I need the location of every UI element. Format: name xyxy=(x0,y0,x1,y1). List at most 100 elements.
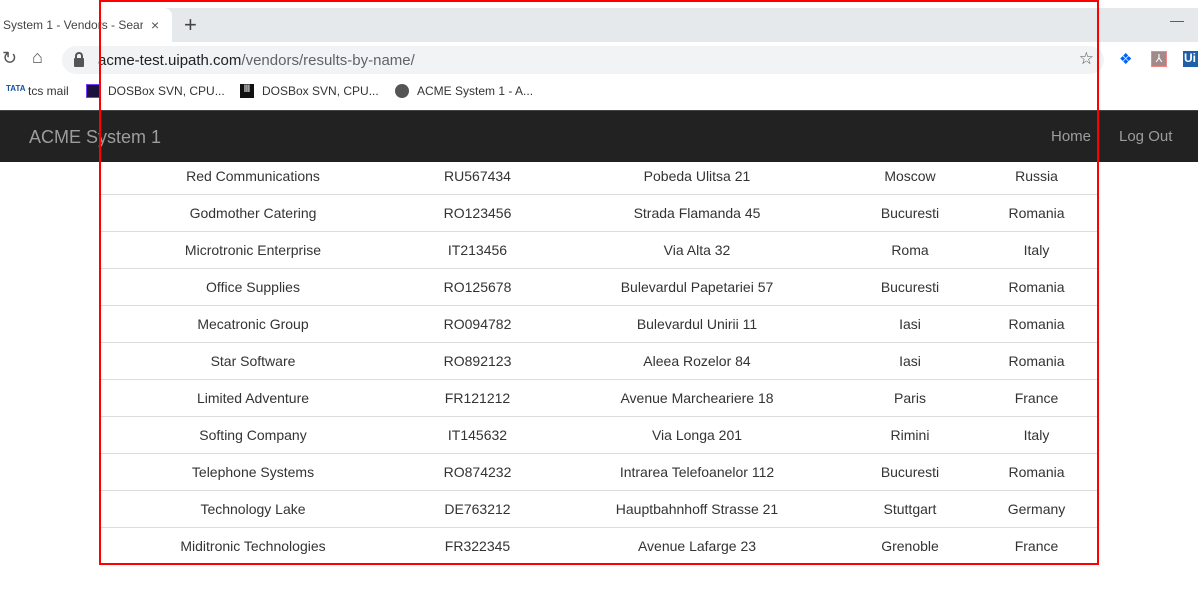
city-cell: Roma xyxy=(845,230,975,268)
country-cell: France xyxy=(975,526,1098,564)
table-row: Mecatronic Group RO094782 Bulevardul Uniri… xyxy=(100,304,1098,342)
table-row: Microtronic Enterprise IT213456 Via Alta 3… xyxy=(100,230,1098,268)
city-cell: Bucuresti xyxy=(845,193,975,231)
country-cell: Romania xyxy=(975,267,1098,305)
country-cell: Italy xyxy=(975,230,1098,268)
address-bar[interactable]: acme-test.uipath.com/vendors/results-by-… xyxy=(62,46,1104,74)
table-row: Limited Adventure FR121212 Avenue Marchear… xyxy=(100,378,1098,416)
reload-icon[interactable]: ↻ xyxy=(2,48,17,69)
bookmark-label: DOSBox SVN, CPU... xyxy=(262,84,379,98)
tata-icon: TATA xyxy=(6,84,26,98)
minimize-button[interactable]: — xyxy=(1170,12,1184,28)
city-cell: Paris xyxy=(845,378,975,416)
tax-id-cell: FR121212 xyxy=(406,378,549,416)
home-icon[interactable]: ⌂ xyxy=(32,47,43,68)
pdf-icon[interactable]: ⅄ xyxy=(1151,51,1167,67)
country-cell: Romania xyxy=(975,452,1098,490)
country-cell: Romania xyxy=(975,193,1098,231)
tab-title: System 1 - Vendors - Search xyxy=(3,18,143,32)
tab-strip: System 1 - Vendors - Search × + — xyxy=(0,0,1198,42)
tax-id-cell: RO125678 xyxy=(406,267,549,305)
address-cell: Avenue Marcheariere 18 xyxy=(549,378,845,416)
browser-toolbar: ↻ ⌂ acme-test.uipath.com/vendors/results… xyxy=(0,42,1198,78)
country-cell: France xyxy=(975,378,1098,416)
dosbox-icon xyxy=(86,84,100,98)
close-tab-icon[interactable]: × xyxy=(151,17,159,33)
country-cell: Germany xyxy=(975,489,1098,527)
home-link[interactable]: Home xyxy=(1051,128,1091,145)
new-tab-button[interactable]: + xyxy=(184,12,197,38)
table-row: Softing Company IT145632 Via Longa 201 Rimi… xyxy=(100,415,1098,453)
vendors-table: Red Communications RU567434 Pobeda Ulitsa … xyxy=(100,162,1098,564)
tax-id-cell: RO123456 xyxy=(406,193,549,231)
address-cell: Via Longa 201 xyxy=(549,415,845,453)
address-cell: Pobeda Ulitsa 21 xyxy=(643,168,751,184)
address-cell: Aleea Rozelor 84 xyxy=(549,341,845,379)
country-cell: Romania xyxy=(975,341,1098,379)
tax-id-cell: RO094782 xyxy=(406,304,549,342)
table-row: Office Supplies RO125678 Bulevardul Papeta… xyxy=(100,267,1098,305)
address-cell: Strada Flamanda 45 xyxy=(549,193,845,231)
app-navbar: ACME System 1 Home Log Out xyxy=(0,110,1198,162)
tax-id-cell: RU567434 xyxy=(444,168,511,184)
tax-id-cell: IT213456 xyxy=(406,230,549,268)
url-text[interactable]: acme-test.uipath.com/vendors/results-by-… xyxy=(98,52,415,69)
tax-id-cell: IT145632 xyxy=(406,415,549,453)
city-cell: Iasi xyxy=(845,304,975,342)
building-icon: Ⅲ xyxy=(240,84,254,98)
tab-bar-background xyxy=(150,8,1198,42)
address-cell: Intrarea Telefoanelor 112 xyxy=(549,452,845,490)
table-row: Star Software RO892123 Aleea Rozelor 84 Ias… xyxy=(100,341,1098,379)
table-row: Godmother Catering RO123456 Strada Flamand… xyxy=(100,193,1098,231)
url-path: /vendors/results-by-name/ xyxy=(241,51,415,69)
vendor-name-cell: Softing Company xyxy=(100,415,406,453)
table-row: Miditronic Technologies FR322345 Avenue La… xyxy=(100,526,1098,564)
tax-id-cell: RO874232 xyxy=(406,452,549,490)
dropbox-icon[interactable]: ❖ xyxy=(1119,50,1132,68)
lock-icon xyxy=(74,51,84,67)
bookmark-label: DOSBox SVN, CPU... xyxy=(108,84,225,98)
vendor-name-cell: Star Software xyxy=(100,341,406,379)
city-cell: Moscow xyxy=(884,168,936,184)
bookmark-acme[interactable]: ACME System 1 - A... xyxy=(395,84,533,98)
vendor-name-cell: Limited Adventure xyxy=(100,378,406,416)
vendor-name-cell: Office Supplies xyxy=(100,267,406,305)
city-cell: Rimini xyxy=(845,415,975,453)
bookmark-star-icon[interactable]: ☆ xyxy=(1079,49,1094,69)
vendor-name-cell: Microtronic Enterprise xyxy=(100,230,406,268)
browser-tab[interactable]: System 1 - Vendors - Search × xyxy=(0,8,172,42)
logout-link[interactable]: Log Out xyxy=(1119,128,1172,145)
vendor-name-cell: Mecatronic Group xyxy=(100,304,406,342)
address-cell: Via Alta 32 xyxy=(549,230,845,268)
bookmarks-bar: TATA tcs mail DOSBox SVN, CPU... Ⅲ DOSBox … xyxy=(0,78,1198,108)
app-brand[interactable]: ACME System 1 xyxy=(29,127,161,148)
vendor-name-cell: Godmother Catering xyxy=(100,193,406,231)
table-row: Telephone Systems RO874232 Intrarea Telefo… xyxy=(100,452,1098,490)
city-cell: Iasi xyxy=(845,341,975,379)
vendor-name-cell: Telephone Systems xyxy=(100,452,406,490)
url-host: acme-test.uipath.com xyxy=(98,51,242,69)
bookmark-tcs-mail[interactable]: TATA tcs mail xyxy=(6,84,69,98)
vendor-name-cell: Miditronic Technologies xyxy=(100,526,406,564)
tax-id-cell: FR322345 xyxy=(406,526,549,564)
table-row: Technology Lake DE763212 Hauptbahnhoff Str… xyxy=(100,489,1098,527)
city-cell: Bucuresti xyxy=(845,267,975,305)
address-cell: Bulevardul Unirii 11 xyxy=(549,304,845,342)
vendor-name-cell: Red Communications xyxy=(186,168,320,184)
table-row: Red Communications RU567434 Pobeda Ulitsa … xyxy=(100,162,1098,194)
uipath-extension-icon[interactable]: Ui xyxy=(1183,51,1198,67)
city-cell: Stuttgart xyxy=(845,489,975,527)
city-cell: Grenoble xyxy=(845,526,975,564)
country-cell: Italy xyxy=(975,415,1098,453)
bookmark-label: tcs mail xyxy=(28,84,69,98)
globe-icon xyxy=(395,84,409,98)
bookmark-label: ACME System 1 - A... xyxy=(417,84,534,98)
vendor-name-cell: Technology Lake xyxy=(100,489,406,527)
tax-id-cell: DE763212 xyxy=(406,489,549,527)
bookmark-dosbox-1[interactable]: DOSBox SVN, CPU... xyxy=(86,84,225,98)
bookmark-dosbox-2[interactable]: Ⅲ DOSBox SVN, CPU... xyxy=(240,84,379,98)
address-cell: Bulevardul Papetariei 57 xyxy=(549,267,845,305)
address-cell: Avenue Lafarge 23 xyxy=(549,526,845,564)
country-cell: Romania xyxy=(975,304,1098,342)
address-cell: Hauptbahnhoff Strasse 21 xyxy=(549,489,845,527)
